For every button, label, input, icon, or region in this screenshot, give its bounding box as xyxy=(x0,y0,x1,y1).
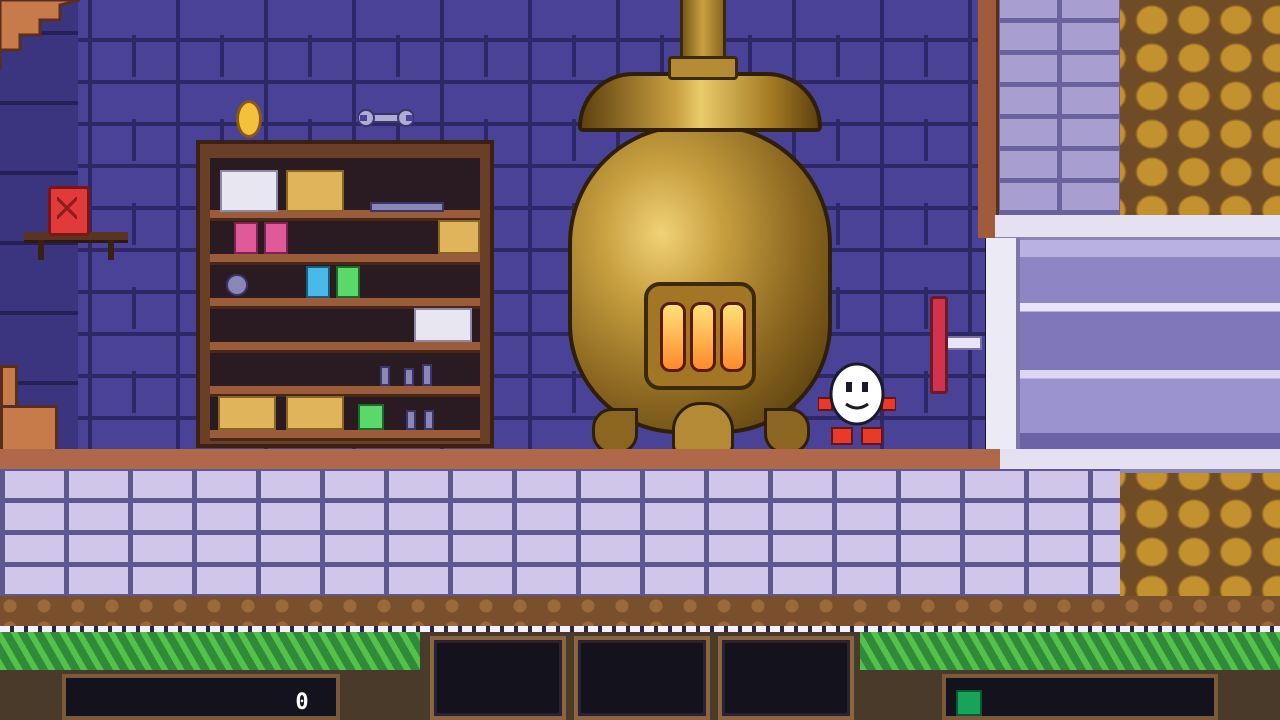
shelf-bracket xyxy=(38,240,44,260)
paint-tin xyxy=(336,266,360,298)
jerry-can-icon[interactable] xyxy=(48,186,90,236)
storage-box xyxy=(286,170,344,212)
fire-slot xyxy=(690,302,716,372)
game-scene: 0 xyxy=(0,0,1280,720)
boiler-dome xyxy=(578,72,822,132)
stone-pillar xyxy=(995,0,1120,215)
paint-tin xyxy=(264,222,288,254)
egg-character xyxy=(818,362,896,445)
storage-box xyxy=(220,170,278,212)
hud-grass-left xyxy=(0,632,420,670)
inventory-slot-3[interactable] xyxy=(718,636,854,720)
inventory-slot-2[interactable] xyxy=(574,636,710,720)
paint-tin xyxy=(306,266,330,298)
bolt-icon xyxy=(424,410,434,430)
inventory-slot-1[interactable] xyxy=(430,636,566,720)
tank-rim xyxy=(986,238,1020,450)
storage-box xyxy=(438,220,480,254)
chimney-collar xyxy=(668,56,738,80)
shelf-bracket xyxy=(108,240,114,260)
shelf-board xyxy=(210,342,480,353)
lever-icon[interactable] xyxy=(930,296,948,394)
bolt-icon xyxy=(406,410,416,430)
storage-box xyxy=(286,396,344,430)
coin-icon[interactable] xyxy=(236,100,262,138)
bookcase xyxy=(196,140,494,448)
bolt-icon xyxy=(380,366,390,386)
lever-arm xyxy=(944,336,982,350)
energy-gem-icon xyxy=(956,690,982,716)
gear-icon xyxy=(226,274,248,296)
boiler-foot xyxy=(764,408,810,454)
storage-box xyxy=(218,396,276,430)
shelf-board xyxy=(210,254,480,265)
paint-tin xyxy=(234,222,258,254)
water-tank xyxy=(1000,240,1280,450)
stone-floor xyxy=(0,469,1120,599)
fire-slot xyxy=(720,302,746,372)
wrench-icon[interactable] xyxy=(358,106,414,130)
paint-tin xyxy=(358,404,384,430)
shelf-board xyxy=(210,430,480,441)
tank-ledge xyxy=(995,215,1280,241)
bookcase-interior xyxy=(210,158,480,441)
hud-grass-right xyxy=(860,632,1280,670)
wood-frame xyxy=(978,0,999,238)
staircase xyxy=(0,0,80,70)
energy-panel xyxy=(942,674,1218,720)
bolt-icon xyxy=(404,368,414,386)
boiler-base xyxy=(672,402,734,454)
boiler-fire-door[interactable] xyxy=(644,282,756,390)
bolt-icon xyxy=(422,364,432,386)
storage-box xyxy=(414,308,472,342)
lives-counter: 0 xyxy=(295,690,309,715)
boiler-foot xyxy=(592,408,638,454)
bolt-row xyxy=(370,202,444,212)
fire-slot xyxy=(660,302,686,372)
